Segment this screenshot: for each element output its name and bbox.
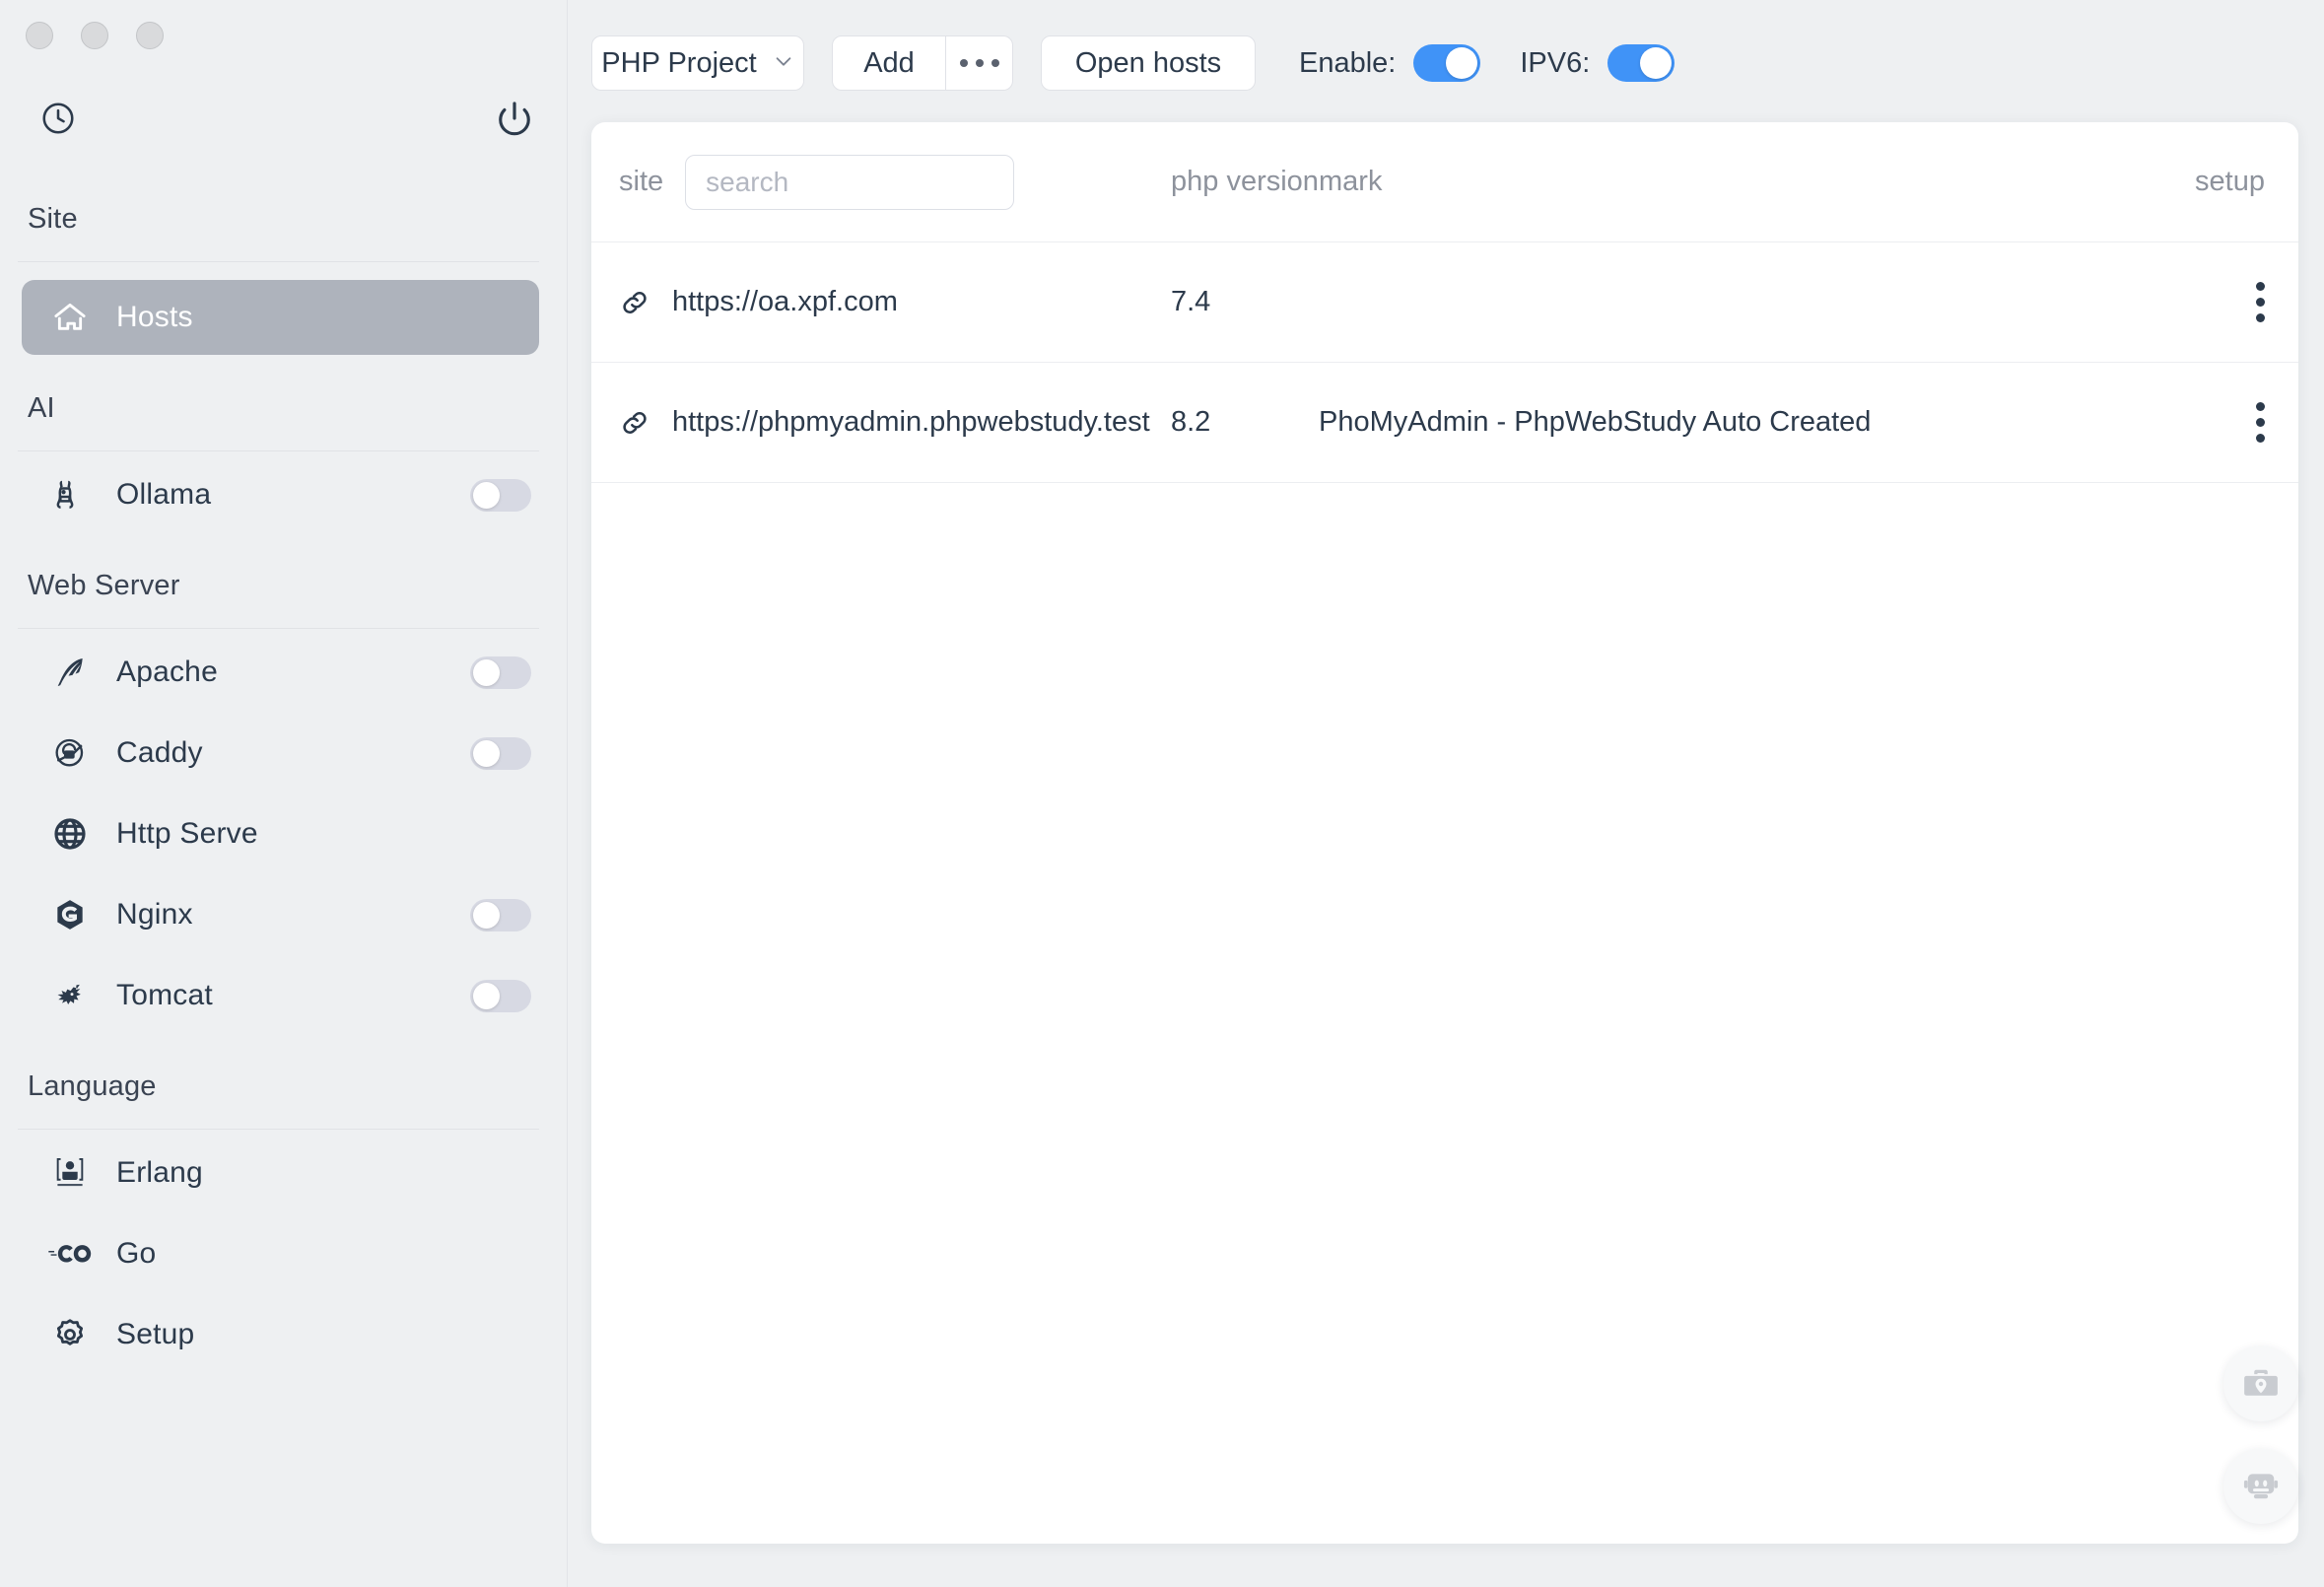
nginx-toggle[interactable] xyxy=(470,899,531,932)
sidebar: Site Hosts AI xyxy=(0,0,568,1587)
ipv6-label: IPV6: xyxy=(1520,47,1590,80)
enable-toggle[interactable] xyxy=(1413,44,1480,82)
sidebar-item-label: Go xyxy=(116,1237,156,1271)
sidebar-item-label: Ollama xyxy=(116,478,211,512)
caddy-toggle[interactable] xyxy=(470,737,531,770)
erlang-icon xyxy=(47,1150,93,1196)
search-input[interactable] xyxy=(685,155,1014,210)
window-minimize-button[interactable] xyxy=(81,22,108,49)
column-header-mark: mark xyxy=(1319,166,2131,198)
sidebar-group-title-ai: AI xyxy=(0,392,567,425)
gear-icon xyxy=(47,1312,93,1357)
llama-icon xyxy=(47,472,93,518)
sidebar-group-title-site: Site xyxy=(0,203,567,236)
open-hosts-button[interactable]: Open hosts xyxy=(1041,35,1256,91)
sidebar-group-title-language: Language xyxy=(0,1070,567,1103)
sidebar-item-label: Apache xyxy=(116,656,218,689)
table-header-row: site php version mark setup xyxy=(591,122,2298,242)
clock-icon[interactable] xyxy=(35,96,81,141)
row-php-version: 7.4 xyxy=(1171,286,1319,318)
toolbar-toggles: Enable: IPV6: xyxy=(1299,44,1675,82)
divider xyxy=(18,628,539,629)
add-more-button[interactable] xyxy=(946,35,1013,91)
window-close-button[interactable] xyxy=(26,22,53,49)
power-icon[interactable] xyxy=(492,96,537,141)
floating-action-buttons xyxy=(2223,1346,2298,1524)
tomcat-toggle[interactable] xyxy=(470,980,531,1012)
app-window: Site Hosts AI xyxy=(0,0,2324,1587)
row-mark: PhoMyAdmin - PhpWebStudy Auto Created xyxy=(1319,406,2131,439)
sidebar-item-apache[interactable]: Apache xyxy=(22,635,539,710)
ipv6-toggle[interactable] xyxy=(1607,44,1675,82)
sidebar-item-label: Http Serve xyxy=(116,817,258,851)
hosts-table-card: site php version mark setup https://oa.x… xyxy=(591,122,2298,1544)
apache-toggle[interactable] xyxy=(470,656,531,689)
sidebar-item-setup[interactable]: Setup xyxy=(22,1297,539,1372)
sidebar-item-hosts[interactable]: Hosts xyxy=(22,280,539,355)
ellipsis-horizontal-icon xyxy=(960,59,999,67)
toolbox-icon[interactable] xyxy=(2223,1346,2298,1421)
home-icon xyxy=(47,295,93,340)
sidebar-item-erlang[interactable]: Erlang xyxy=(22,1136,539,1210)
feather-icon xyxy=(47,650,93,695)
sidebar-nav: Site Hosts AI xyxy=(0,166,567,1587)
sidebar-item-nginx[interactable]: Nginx xyxy=(22,877,539,952)
row-setup-menu-button[interactable] xyxy=(2256,282,2265,322)
row-site-url: https://oa.xpf.com xyxy=(672,286,898,318)
main-content: PHP Project Add Open hosts Enable: xyxy=(568,0,2324,1587)
globe-icon xyxy=(47,811,93,857)
sidebar-item-label: Caddy xyxy=(116,736,203,770)
table-row[interactable]: https://phpmyadmin.phpwebstudy.test 8.2 … xyxy=(591,363,2298,483)
sidebar-item-label: Tomcat xyxy=(116,979,213,1012)
row-php-version: 8.2 xyxy=(1171,406,1319,439)
toolbar: PHP Project Add Open hosts Enable: xyxy=(591,35,1675,91)
column-header-setup: setup xyxy=(2131,166,2298,198)
link-icon xyxy=(619,407,652,439)
sidebar-item-go[interactable]: Go xyxy=(22,1216,539,1291)
link-icon xyxy=(619,287,652,318)
sidebar-item-tomcat[interactable]: Tomcat xyxy=(22,958,539,1033)
sidebar-item-label: Nginx xyxy=(116,898,193,932)
column-header-php-version: php version xyxy=(1171,166,1319,198)
sidebar-item-http-serve[interactable]: Http Serve xyxy=(22,796,539,871)
nginx-icon xyxy=(47,892,93,937)
add-button[interactable]: Add xyxy=(832,35,946,91)
row-setup-menu-button[interactable] xyxy=(2256,402,2265,443)
row-site-url: https://phpmyadmin.phpwebstudy.test xyxy=(672,406,1150,439)
divider xyxy=(18,1129,539,1130)
sidebar-item-label: Setup xyxy=(116,1318,194,1351)
project-select[interactable]: PHP Project xyxy=(591,35,804,91)
window-controls xyxy=(26,22,164,49)
robot-icon[interactable] xyxy=(2223,1449,2298,1524)
table-row[interactable]: https://oa.xpf.com 7.4 xyxy=(591,242,2298,363)
go-icon xyxy=(47,1231,93,1276)
enable-label: Enable: xyxy=(1299,47,1396,80)
add-split-button: Add xyxy=(832,35,1013,91)
divider xyxy=(18,450,539,451)
project-select-label: PHP Project xyxy=(601,47,756,80)
window-maximize-button[interactable] xyxy=(136,22,164,49)
sidebar-item-label: Erlang xyxy=(116,1156,203,1190)
sidebar-item-label: Hosts xyxy=(116,301,193,334)
tomcat-icon xyxy=(47,973,93,1018)
chevron-down-icon xyxy=(773,47,794,80)
ollama-toggle[interactable] xyxy=(470,479,531,512)
divider xyxy=(18,261,539,262)
sidebar-item-ollama[interactable]: Ollama xyxy=(22,457,539,532)
sidebar-item-caddy[interactable]: Caddy xyxy=(22,716,539,791)
caddy-icon xyxy=(47,730,93,776)
sidebar-header xyxy=(0,89,567,148)
column-header-site: site xyxy=(619,166,663,198)
sidebar-group-title-web-server: Web Server xyxy=(0,570,567,602)
